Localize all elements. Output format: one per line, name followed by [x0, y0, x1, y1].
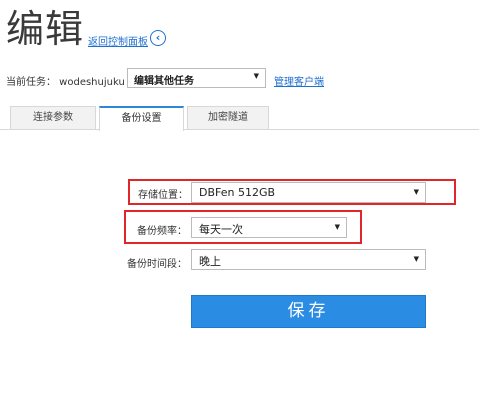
tab-encryption-tunnel[interactable]: 加密隧道 [187, 106, 269, 130]
tabs-divider [0, 129, 479, 130]
frequency-select[interactable]: 每天一次 ▼ [191, 217, 347, 238]
dropdown-arrow-icon: ▼ [413, 188, 419, 196]
task-select-value: 编辑其他任务 [134, 76, 194, 87]
time-period-label: 备份时间段： [127, 259, 187, 270]
current-task-label: 当前任务： wodeshujuku [6, 77, 125, 88]
page-title: 编辑 [6, 7, 85, 51]
tab-connection-params[interactable]: 连接参数 [10, 106, 96, 130]
storage-select-value: DBFen 512GB [199, 186, 276, 199]
backup-settings-page: 编辑 返回控制面板 ‹ 当前任务： wodeshujuku 编辑其他任务 ▼ 管… [0, 0, 479, 395]
chevron-left-circle-icon[interactable]: ‹ [150, 30, 166, 46]
frequency-select-value: 每天一次 [199, 223, 243, 236]
task-select[interactable]: 编辑其他任务 ▼ [127, 68, 266, 88]
tab-backup-settings[interactable]: 备份设置 [99, 106, 184, 131]
dropdown-arrow-icon: ▼ [334, 223, 340, 231]
manage-client-link[interactable]: 管理客户端 [274, 73, 324, 88]
frequency-label: 备份频率： [137, 226, 187, 237]
time-period-select[interactable]: 晚上 ▼ [191, 249, 426, 270]
storage-label: 存储位置： [138, 190, 188, 201]
storage-select[interactable]: DBFen 512GB ▼ [191, 182, 426, 203]
time-period-select-value: 晚上 [199, 255, 221, 268]
dropdown-arrow-icon: ▼ [413, 255, 419, 263]
dropdown-arrow-icon: ▼ [253, 72, 259, 80]
save-button[interactable]: 保存 [191, 295, 426, 328]
back-to-control-panel-link[interactable]: 返回控制面板 [88, 33, 148, 48]
